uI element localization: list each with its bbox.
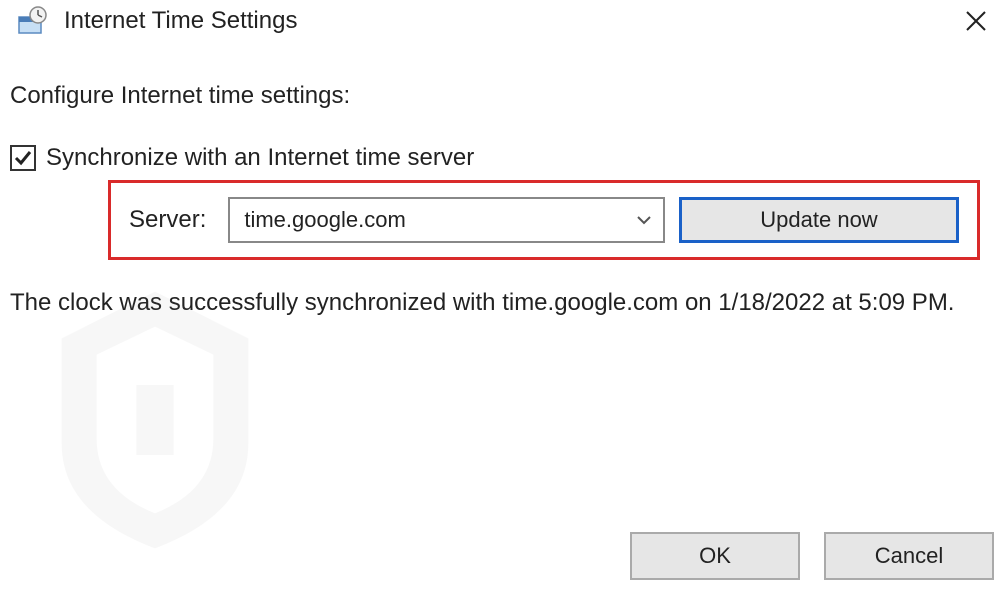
ok-button[interactable]: OK xyxy=(630,532,800,580)
checkmark-icon xyxy=(13,148,33,168)
server-combobox[interactable]: time.google.com xyxy=(228,197,665,243)
watermark-logo xyxy=(30,280,280,560)
clock-window-icon xyxy=(16,5,48,37)
configure-label: Configure Internet time settings: xyxy=(10,82,996,110)
dialog-content: Configure Internet time settings: Synchr… xyxy=(0,46,1006,320)
sync-option-row: Synchronize with an Internet time server xyxy=(10,144,996,172)
titlebar: Internet Time Settings xyxy=(0,0,1006,46)
window-title: Internet Time Settings xyxy=(64,7,297,35)
close-icon xyxy=(965,10,987,32)
sync-checkbox[interactable] xyxy=(10,145,36,171)
server-row-highlight: Server: time.google.com Update now xyxy=(108,180,980,260)
chevron-down-icon xyxy=(635,211,653,229)
cancel-button[interactable]: Cancel xyxy=(824,532,994,580)
dialog-buttons: OK Cancel xyxy=(630,532,994,580)
update-now-button[interactable]: Update now xyxy=(679,197,959,243)
close-button[interactable] xyxy=(958,3,994,39)
update-now-label: Update now xyxy=(760,207,877,233)
sync-status-text: The clock was successfully synchronized … xyxy=(10,286,986,320)
server-value: time.google.com xyxy=(244,207,405,233)
server-label: Server: xyxy=(129,206,206,234)
sync-checkbox-label: Synchronize with an Internet time server xyxy=(46,144,474,172)
cancel-label: Cancel xyxy=(875,543,943,569)
ok-label: OK xyxy=(699,543,731,569)
